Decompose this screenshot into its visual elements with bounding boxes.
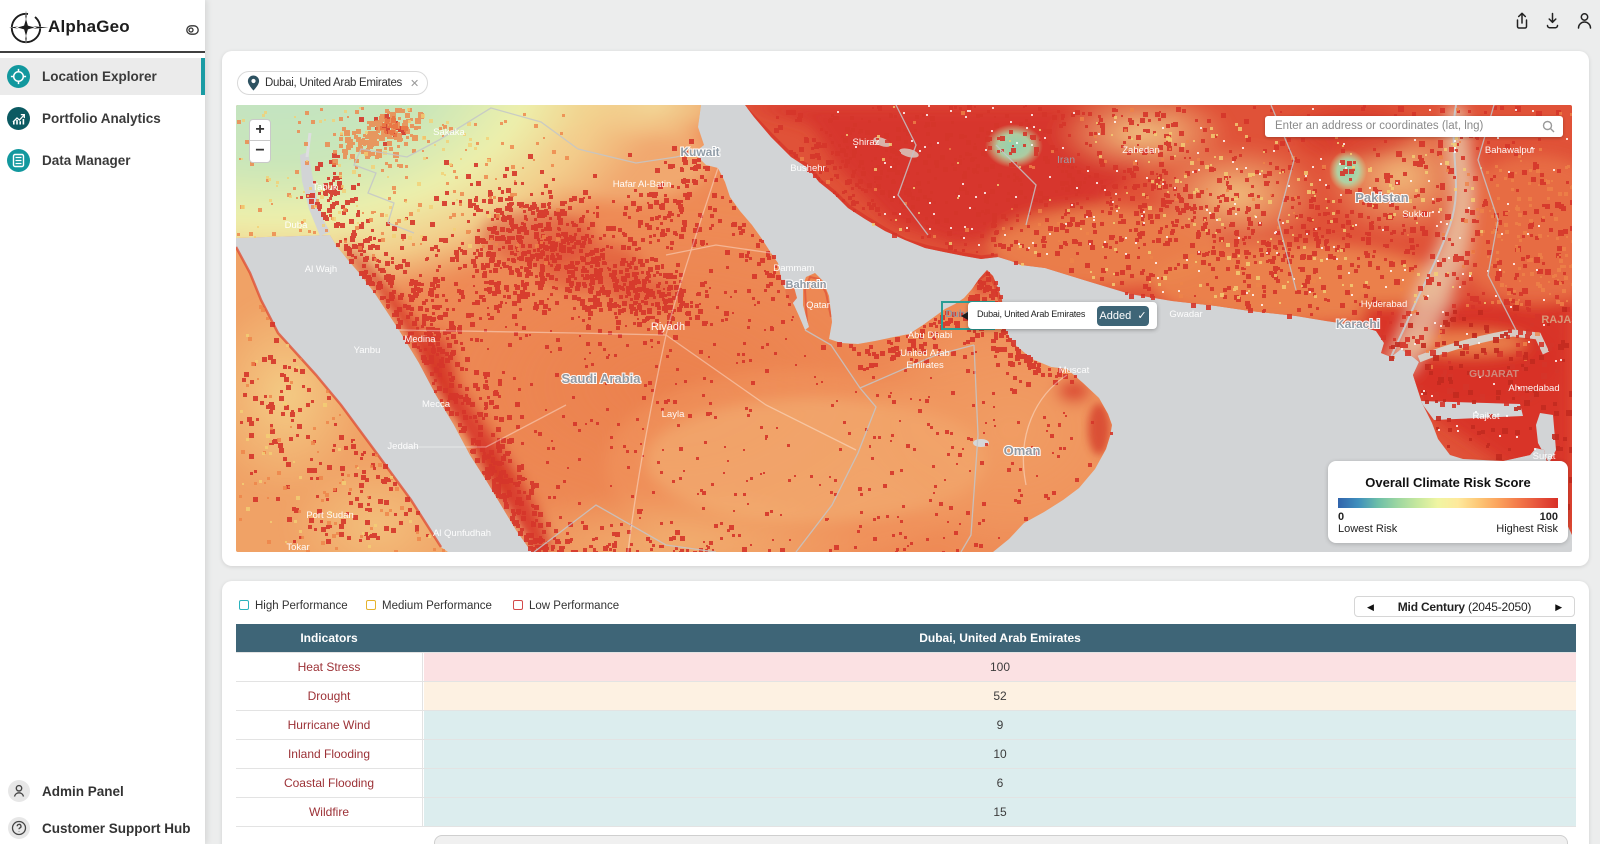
svg-text:RAJAS: RAJAS [1541, 314, 1572, 326]
svg-text:Iran: Iran [1057, 154, 1075, 166]
svg-text:Hafar Al-Batin: Hafar Al-Batin [613, 179, 672, 190]
svg-text:Al Qunfudhah: Al Qunfudhah [433, 528, 491, 539]
svg-text:Al Wajh: Al Wajh [305, 264, 337, 275]
svg-text:Bahawalpur: Bahawalpur [1485, 145, 1535, 156]
svg-text:Mecca: Mecca [422, 399, 451, 410]
svg-text:Oman: Oman [1004, 443, 1041, 458]
svg-text:Saudi Arabia: Saudi Arabia [562, 371, 642, 386]
svg-text:Kuwait: Kuwait [680, 145, 719, 159]
svg-text:Abu Dhabi: Abu Dhabi [908, 330, 952, 341]
svg-text:Qatar: Qatar [806, 300, 830, 311]
svg-text:Bahrain: Bahrain [786, 279, 827, 291]
svg-text:Sakaka: Sakaka [433, 127, 465, 138]
svg-text:Medina: Medina [404, 334, 436, 345]
svg-text:Dammam: Dammam [773, 263, 814, 274]
svg-text:Port Sudan: Port Sudan [306, 510, 354, 521]
svg-text:Zahedan: Zahedan [1122, 145, 1160, 156]
svg-text:Hyderabad: Hyderabad [1361, 299, 1407, 310]
svg-text:Ahmedabad: Ahmedabad [1508, 383, 1559, 394]
svg-text:Tokar: Tokar [286, 542, 309, 552]
svg-text:Muscat: Muscat [1059, 365, 1090, 376]
svg-text:Karachi: Karachi [1336, 317, 1380, 331]
svg-text:Yanbu: Yanbu [354, 345, 381, 356]
svg-text:GUJARAT: GUJARAT [1469, 368, 1520, 380]
svg-text:Rajkot: Rajkot [1473, 411, 1500, 422]
svg-text:Layla: Layla [662, 409, 685, 420]
svg-text:United Arab: United Arab [900, 348, 950, 359]
svg-text:Riyadh: Riyadh [651, 321, 685, 333]
svg-text:Duba: Duba [285, 220, 308, 231]
svg-text:Shiraz: Shiraz [853, 137, 880, 148]
svg-text:Tabuk: Tabuk [312, 182, 338, 193]
svg-text:Sukkur: Sukkur [1402, 209, 1432, 220]
svg-text:Gwadar: Gwadar [1169, 309, 1202, 320]
svg-text:Bushehr: Bushehr [790, 163, 825, 174]
svg-text:Jeddah: Jeddah [387, 441, 418, 452]
svg-text:Emirates: Emirates [906, 360, 944, 371]
svg-text:Pakistan: Pakistan [1355, 190, 1409, 205]
